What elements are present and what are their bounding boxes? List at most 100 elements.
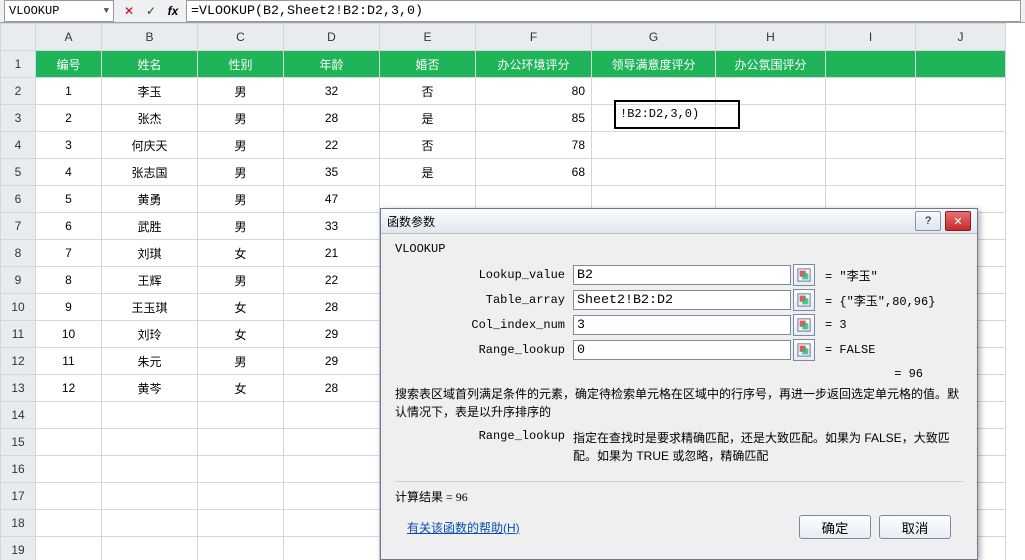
cell[interactable]	[198, 402, 284, 429]
cell[interactable]	[198, 456, 284, 483]
row-header-11[interactable]: 11	[1, 321, 36, 348]
cell[interactable]	[102, 429, 198, 456]
cell[interactable]	[36, 510, 102, 537]
cell[interactable]: 李玉	[102, 78, 198, 105]
cell[interactable]: 10	[36, 321, 102, 348]
cell[interactable]	[826, 105, 916, 132]
cell[interactable]	[102, 483, 198, 510]
cell[interactable]	[716, 105, 826, 132]
cell[interactable]	[716, 78, 826, 105]
cell[interactable]: 男	[198, 105, 284, 132]
header-cell[interactable]: 办公氛围评分	[716, 51, 826, 78]
cell[interactable]	[284, 537, 380, 560]
cell[interactable]: 男	[198, 78, 284, 105]
range-picker-icon[interactable]	[793, 339, 815, 361]
cell[interactable]: 32	[284, 78, 380, 105]
cell[interactable]: 4	[36, 159, 102, 186]
row-header-18[interactable]: 18	[1, 510, 36, 537]
cell[interactable]: 29	[284, 348, 380, 375]
cell[interactable]: 女	[198, 240, 284, 267]
col-header-A[interactable]: A	[36, 24, 102, 51]
cell[interactable]: 黄芩	[102, 375, 198, 402]
name-box-dropdown-icon[interactable]: ▼	[104, 6, 109, 16]
row-header-6[interactable]: 6	[1, 186, 36, 213]
name-box[interactable]: VLOOKUP ▼	[4, 0, 114, 22]
param-input-Lookup_value[interactable]	[573, 265, 791, 285]
formula-input[interactable]	[186, 0, 1021, 22]
row-header-12[interactable]: 12	[1, 348, 36, 375]
col-header-J[interactable]: J	[916, 24, 1006, 51]
cell[interactable]	[284, 483, 380, 510]
cell[interactable]: 张志国	[102, 159, 198, 186]
cell[interactable]	[198, 483, 284, 510]
header-cell[interactable]: 办公环境评分	[476, 51, 592, 78]
cell[interactable]	[916, 159, 1006, 186]
header-cell[interactable]: 领导满意度评分	[592, 51, 716, 78]
row-header-14[interactable]: 14	[1, 402, 36, 429]
cell[interactable]: 男	[198, 159, 284, 186]
cell[interactable]: 68	[476, 159, 592, 186]
cell[interactable]: 47	[284, 186, 380, 213]
cell[interactable]: 武胜	[102, 213, 198, 240]
cell[interactable]	[284, 402, 380, 429]
dialog-help-button[interactable]: ?	[915, 211, 941, 231]
cell[interactable]	[198, 537, 284, 560]
cell[interactable]	[826, 159, 916, 186]
cell[interactable]: 28	[284, 105, 380, 132]
header-cell[interactable]	[826, 51, 916, 78]
col-header-E[interactable]: E	[380, 24, 476, 51]
cell[interactable]: 2	[36, 105, 102, 132]
header-cell[interactable]: 编号	[36, 51, 102, 78]
row-header-9[interactable]: 9	[1, 267, 36, 294]
cell[interactable]	[284, 510, 380, 537]
cell[interactable]	[36, 402, 102, 429]
cell[interactable]: 刘玲	[102, 321, 198, 348]
row-header-19[interactable]: 19	[1, 537, 36, 560]
row-header-10[interactable]: 10	[1, 294, 36, 321]
cell[interactable]	[826, 78, 916, 105]
cell[interactable]: 85	[476, 105, 592, 132]
cell[interactable]: 何庆天	[102, 132, 198, 159]
cell[interactable]: 男	[198, 186, 284, 213]
function-help-link[interactable]: 有关该函数的帮助(H)	[407, 519, 520, 536]
accept-formula-icon[interactable]: ✓	[142, 2, 160, 20]
dialog-titlebar[interactable]: 函数参数 ? ✕	[381, 209, 977, 234]
cell[interactable]: 3	[36, 132, 102, 159]
cell[interactable]: 29	[284, 321, 380, 348]
param-input-Range_lookup[interactable]	[573, 340, 791, 360]
cell[interactable]: 女	[198, 375, 284, 402]
cell[interactable]: 王玉琪	[102, 294, 198, 321]
row-header-17[interactable]: 17	[1, 483, 36, 510]
row-header-1[interactable]: 1	[1, 51, 36, 78]
col-header-G[interactable]: G	[592, 24, 716, 51]
row-header-16[interactable]: 16	[1, 456, 36, 483]
row-header-2[interactable]: 2	[1, 78, 36, 105]
cell[interactable]	[592, 105, 716, 132]
cell[interactable]	[198, 429, 284, 456]
header-cell[interactable]: 婚否	[380, 51, 476, 78]
row-header-5[interactable]: 5	[1, 159, 36, 186]
cell[interactable]: 28	[284, 375, 380, 402]
cell[interactable]: 张杰	[102, 105, 198, 132]
cell[interactable]: 朱元	[102, 348, 198, 375]
cell[interactable]: 女	[198, 321, 284, 348]
cell[interactable]	[284, 429, 380, 456]
cell[interactable]	[36, 456, 102, 483]
cell[interactable]	[102, 402, 198, 429]
dialog-close-button[interactable]: ✕	[945, 211, 971, 231]
range-picker-icon[interactable]	[793, 264, 815, 286]
cell[interactable]	[592, 132, 716, 159]
cell[interactable]: 黄勇	[102, 186, 198, 213]
ok-button[interactable]: 确定	[799, 515, 871, 539]
cell[interactable]	[716, 159, 826, 186]
cancel-formula-icon[interactable]: ✕	[120, 2, 138, 20]
cell[interactable]: 78	[476, 132, 592, 159]
col-header-B[interactable]: B	[102, 24, 198, 51]
row-header-15[interactable]: 15	[1, 429, 36, 456]
param-input-Table_array[interactable]	[573, 290, 791, 310]
cell[interactable]	[826, 132, 916, 159]
cell[interactable]	[916, 132, 1006, 159]
header-cell[interactable]	[916, 51, 1006, 78]
col-header-H[interactable]: H	[716, 24, 826, 51]
cell[interactable]	[592, 159, 716, 186]
